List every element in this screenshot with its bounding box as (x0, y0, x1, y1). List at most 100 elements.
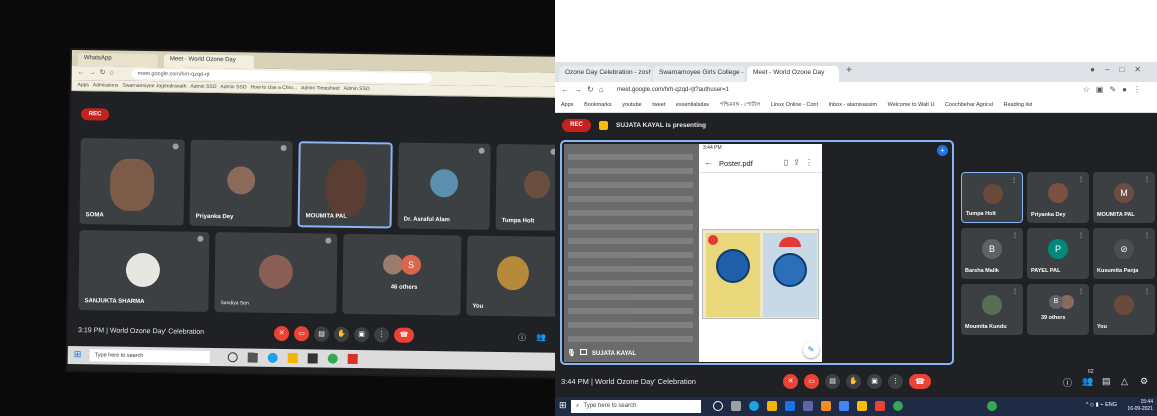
participant-tile[interactable]: M ⋮ MOUMITA PAL (1093, 172, 1155, 223)
chat-icon[interactable]: ▤ (1102, 376, 1111, 387)
people-icon[interactable]: 👥 (536, 333, 546, 342)
nav-icons[interactable]: ←→↻⌂ (78, 68, 118, 77)
url-field[interactable]: meet.google.com/hrh-qzqd-rjt?authuser=1 (613, 85, 1053, 96)
lock-icon[interactable]: ⚙ (1140, 376, 1148, 387)
bookmark[interactable]: Linux Online - Cont (771, 102, 818, 108)
bookmark[interactable]: Welcome to Walt U (888, 102, 935, 108)
cortana-icon[interactable] (227, 352, 238, 363)
participant-tile[interactable]: SOMA (79, 138, 185, 226)
edit-pencil-icon[interactable]: ✎ (803, 342, 819, 358)
bookmark[interactable]: Reading list (1004, 102, 1033, 108)
bookmark[interactable]: Swarnamoyee Jogendranath (123, 83, 187, 90)
bookmark[interactable]: Admin SSO (190, 84, 216, 90)
participant-tile[interactable]: SANJUKTA SHARMA (78, 230, 210, 312)
participant-tile-speaking[interactable]: MOUMITA PAL (297, 141, 393, 229)
tab-whatsapp[interactable]: WhatsApp (77, 53, 158, 68)
app-icon[interactable] (875, 401, 885, 411)
self-tile[interactable]: You (466, 235, 555, 317)
edge-icon[interactable] (749, 401, 759, 411)
participant-tile[interactable]: Sandiya Sen (214, 232, 338, 314)
captions-button[interactable]: ▤ (313, 326, 330, 342)
participant-tile[interactable]: ⋮ Priyanka Dey (1027, 172, 1089, 223)
end-call-button[interactable]: ☎ (393, 327, 415, 343)
vlc-icon[interactable] (821, 401, 831, 411)
info-icon[interactable]: ⓘ (518, 332, 526, 343)
store-icon[interactable] (307, 353, 318, 364)
bookmark[interactable]: How to Use a Chro... (251, 84, 297, 91)
others-tile[interactable]: S 46 others (342, 233, 462, 316)
end-call-button[interactable]: ☎ (909, 374, 931, 389)
present-button[interactable]: ▣ (867, 374, 882, 389)
bookmark[interactable]: tweet (652, 102, 665, 108)
new-tab-icon[interactable]: + (846, 65, 852, 76)
taskview-icon[interactable] (247, 352, 258, 363)
info-icon[interactable]: ⓘ (1063, 376, 1072, 389)
participant-tile[interactable]: B ⋮ 39 others (1027, 284, 1089, 335)
bookmark[interactable]: Admin SSO (344, 86, 370, 92)
bookmark[interactable]: Bookmarks (584, 102, 612, 108)
tab-college[interactable]: Swarnamoyee Girls College - Cent (653, 66, 745, 82)
bookmark[interactable]: youtube (622, 102, 642, 108)
teams-icon[interactable] (803, 401, 813, 411)
window-controls[interactable]: ●–□✕ (1090, 65, 1151, 74)
chrome-icon[interactable] (987, 401, 997, 411)
more-options-button[interactable]: ⋮ (373, 327, 390, 343)
mail-icon[interactable] (785, 401, 795, 411)
cortana-icon[interactable] (713, 401, 723, 411)
participant-tile[interactable]: Dr. Asraful Alam (397, 142, 491, 230)
participant-tile[interactable]: P ⋮ PAYEL PAL (1027, 228, 1089, 279)
camera-off-button[interactable]: ▭ (293, 326, 310, 342)
pin-icon[interactable]: + (937, 145, 948, 156)
extension-icons[interactable]: ☆▣✎●⋮ (1083, 85, 1147, 94)
participant-tile[interactable]: Priyanka Dey (189, 139, 293, 228)
taskbar-search[interactable]: Type here to search (89, 349, 210, 363)
camera-off-button[interactable]: ▭ (804, 374, 819, 389)
bookmark[interactable]: Inbox - alamisassim (829, 102, 878, 108)
presentation-stage[interactable]: 3:44 PM ← Poster.pdf ▯⇪⋮ ✎ 🎙 SUJATA KAYA… (560, 140, 954, 365)
bookmark[interactable]: Admin Timesheet (301, 85, 340, 92)
activities-icon[interactable]: △ (1121, 376, 1128, 387)
meeting-controls-bar: 3:19 PM | World Ozone Day' Celebration ✕… (68, 315, 555, 350)
present-button[interactable]: ▣ (353, 326, 370, 343)
app-icon[interactable] (839, 401, 849, 411)
explorer-icon[interactable] (767, 401, 777, 411)
system-tray[interactable]: ^ ◇ ▮ ⌁ ENG (1086, 402, 1117, 408)
pdf-app-icon[interactable] (347, 353, 358, 365)
more-options-button[interactable]: ⋮ (888, 374, 903, 389)
start-icon[interactable]: ⊞ (559, 400, 567, 411)
nav-icons[interactable]: ←→↻⌂ (561, 85, 609, 94)
viewer-tool-icons[interactable]: ▯⇪⋮ (784, 158, 818, 167)
bookmark[interactable]: Admin SSO (220, 84, 246, 90)
participant-tile[interactable]: ⋮ Moumita Kundu (961, 284, 1023, 335)
chrome-icon[interactable] (893, 401, 903, 411)
bookmark[interactable]: পশ্চিমবঙ্গ - পোর্টাল (720, 102, 761, 108)
mic-off-button[interactable]: ✕ (273, 325, 290, 342)
edge-icon[interactable] (267, 352, 278, 363)
participant-tile[interactable]: ⊘ ⋮ Kusumita Panja (1093, 228, 1155, 279)
participant-tile[interactable]: Tumpa Holt (495, 143, 555, 231)
tab-meet[interactable]: Meet - World Ozone Day (747, 66, 839, 82)
taskbar-clock[interactable]: 15:44 16-09-2021 (1127, 399, 1153, 413)
taskbar-search[interactable]: ⌕ Type here to search (571, 400, 701, 413)
bookmark[interactable]: Admissions (93, 82, 119, 88)
participant-tile[interactable]: ⋮ You (1093, 284, 1155, 335)
participant-tile[interactable]: ⋮ Tumpa Holt (961, 172, 1023, 223)
bookmark[interactable]: Coochbehar Agricul (945, 102, 993, 108)
chrome-icon[interactable] (327, 353, 338, 364)
explorer-icon[interactable] (287, 353, 298, 364)
back-arrow-icon[interactable]: ← (704, 157, 713, 167)
people-icon[interactable]: 👥 (1082, 376, 1093, 387)
raise-hand-button[interactable]: ✋ (846, 374, 861, 389)
tab-meet[interactable]: Meet - World Ozone Day (163, 54, 254, 69)
tab-ozone-day[interactable]: Ozone Day Celebration - zosh (559, 66, 651, 82)
app-icon[interactable] (857, 401, 867, 411)
mic-off-button[interactable]: ✕ (783, 374, 798, 389)
start-icon[interactable]: ⊞ (74, 349, 82, 360)
bookmark[interactable]: Apps (561, 102, 574, 108)
raise-hand-button[interactable]: ✋ (333, 326, 350, 342)
bookmark[interactable]: essentialsdav (676, 102, 709, 108)
captions-button[interactable]: ▤ (825, 374, 840, 389)
taskview-icon[interactable] (731, 401, 741, 411)
participant-tile[interactable]: B ⋮ Barsha Malik (961, 228, 1023, 279)
bookmark[interactable]: Apps (77, 82, 88, 88)
